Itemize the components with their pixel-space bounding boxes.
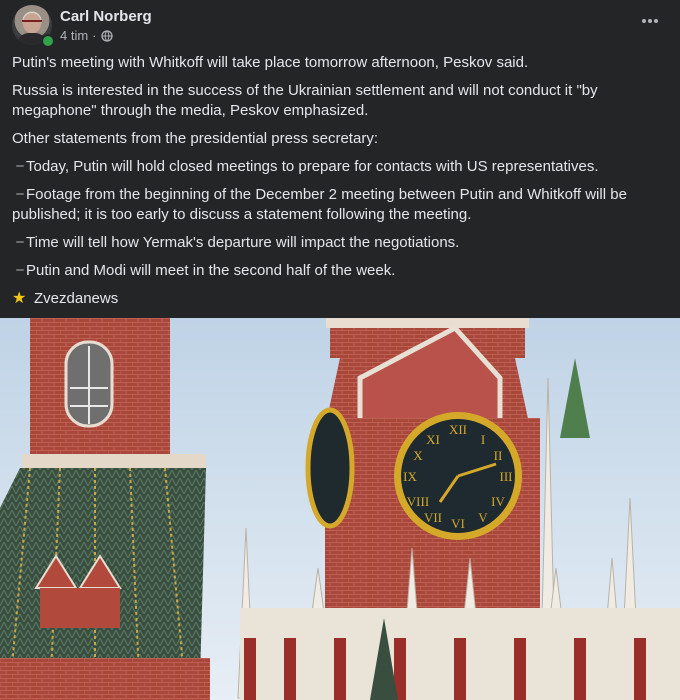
svg-text:VIII: VIII	[407, 494, 429, 509]
post-meta: 4 tim ·	[60, 28, 113, 43]
svg-text:XI: XI	[426, 432, 440, 447]
svg-text:I: I	[481, 432, 485, 447]
svg-text:VI: VI	[451, 516, 465, 531]
post-paragraph: Putin's meeting with Whitkoff will take …	[12, 54, 529, 71]
online-status-icon	[41, 34, 55, 48]
dash-icon	[12, 164, 26, 168]
svg-text:IX: IX	[403, 469, 417, 484]
svg-text:V: V	[478, 510, 488, 525]
post-header: Carl Norberg 4 tim ·	[12, 5, 668, 48]
svg-text:III: III	[500, 469, 513, 484]
list-item: Time will tell how Yermak's departure wi…	[12, 233, 668, 253]
list-item-text: Putin and Modi will meet in the second h…	[26, 262, 396, 279]
kremlin-tower-illustration: XII VI IX III I XI II X IV VIII V VII	[0, 318, 680, 700]
source-line: ★ Zvezdanews	[12, 289, 668, 309]
author-name[interactable]: Carl Norberg	[60, 8, 152, 25]
svg-text:X: X	[413, 448, 423, 463]
dash-icon	[12, 240, 26, 244]
post-time[interactable]: 4 tim	[60, 28, 88, 43]
list-item: Today, Putin will hold closed meetings t…	[12, 157, 668, 177]
svg-text:VII: VII	[424, 510, 442, 525]
post-paragraph: Other statements from the presidential p…	[12, 130, 378, 147]
post-paragraph: Russia is interested in the success of t…	[12, 82, 598, 119]
list-item-text: Time will tell how Yermak's departure wi…	[26, 234, 460, 251]
svg-text:IV: IV	[491, 494, 505, 509]
post-text: Putin's meeting with Whitkoff will take …	[12, 53, 668, 317]
star-icon: ★	[12, 290, 27, 307]
list-item-text: Footage from the beginning of the Decemb…	[12, 186, 627, 223]
post-image[interactable]: XII VI IX III I XI II X IV VIII V VII	[0, 318, 680, 700]
list-item: Putin and Modi will meet in the second h…	[12, 261, 668, 281]
globe-icon[interactable]	[100, 29, 113, 42]
svg-text:II: II	[494, 448, 503, 463]
list-item: Footage from the beginning of the Decemb…	[12, 185, 668, 225]
more-dots-icon[interactable]	[638, 13, 662, 33]
list-item-text: Today, Putin will hold closed meetings t…	[26, 158, 599, 175]
dash-icon	[12, 268, 26, 272]
source-label: Zvezdanews	[34, 290, 119, 307]
meta-separator: ·	[92, 28, 97, 43]
svg-text:XII: XII	[449, 422, 467, 437]
dash-icon	[12, 192, 26, 196]
avatar-glasses	[22, 20, 42, 26]
